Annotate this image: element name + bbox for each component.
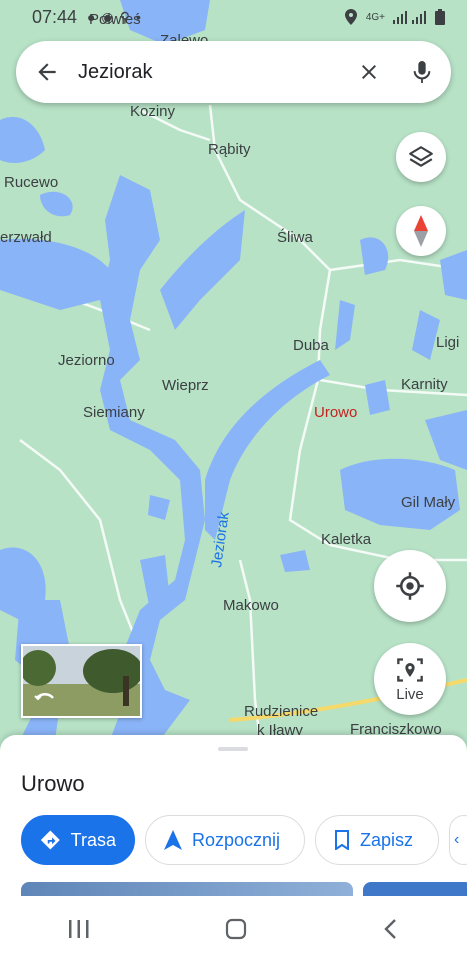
- compass-icon: [414, 215, 428, 247]
- crosshair-icon: [396, 572, 424, 600]
- save-label: Zapisz: [360, 829, 414, 850]
- notification-icons: ● ◉ ⚲ •: [87, 9, 141, 26]
- clear-icon[interactable]: [357, 60, 381, 84]
- start-button[interactable]: Rozpocznij: [145, 815, 305, 865]
- place-title: Urowo: [21, 771, 85, 796]
- notification-icon: ●: [87, 8, 96, 25]
- map-label[interactable]: Karnity: [401, 376, 448, 393]
- bike-icon: ⚲: [119, 8, 130, 25]
- sheet-handle[interactable]: [218, 747, 248, 751]
- live-view-label: Live: [396, 685, 424, 703]
- map-label[interactable]: Rąbity: [208, 141, 251, 158]
- map-label[interactable]: Gil Mały: [401, 494, 456, 511]
- live-view-icon: [397, 657, 423, 682]
- search-bar[interactable]: Jeziorak: [16, 41, 451, 103]
- photo-thumbnail[interactable]: [21, 882, 353, 896]
- status-bar: 07:44 ● ◉ ⚲ • 4G+: [0, 0, 467, 34]
- map-label[interactable]: Jeziorno: [58, 352, 115, 369]
- share-button[interactable]: ‹: [449, 815, 467, 865]
- back-icon[interactable]: [383, 918, 399, 940]
- map-label[interactable]: Makowo: [223, 597, 279, 614]
- location-pin-icon: [344, 9, 357, 25]
- network-type: 4G+: [365, 11, 385, 23]
- map-canvas[interactable]: Połwieś Zalewo Koziny Rąbity Rucewo Śliw…: [0, 0, 467, 740]
- map-label[interactable]: Śliwa: [277, 228, 314, 246]
- photo-strip[interactable]: [21, 882, 467, 896]
- layers-button[interactable]: [396, 132, 446, 182]
- signal-icon: [393, 11, 426, 24]
- start-label: Rozpocznij: [192, 829, 281, 850]
- map-label[interactable]: Wieprz: [162, 377, 209, 394]
- street-view-thumbnail[interactable]: [21, 644, 142, 718]
- map-label-selected[interactable]: Urowo: [314, 404, 357, 421]
- map-label[interactable]: Rudzienice: [244, 703, 318, 720]
- status-time: 07:44: [32, 6, 78, 27]
- home-icon[interactable]: [225, 918, 247, 940]
- photo-thumbnail[interactable]: [363, 882, 467, 896]
- directions-button[interactable]: Trasa: [21, 815, 135, 865]
- status-right: 4G+: [344, 9, 445, 25]
- map-label[interactable]: Ligi: [436, 334, 459, 351]
- search-query[interactable]: Jeziorak: [78, 61, 357, 84]
- layers-icon: [409, 146, 433, 167]
- navigation-arrow-icon: [164, 830, 182, 850]
- action-chips: Trasa Rozpocznij Zapisz ‹: [21, 815, 467, 865]
- more-dot-icon: •: [136, 8, 141, 25]
- map-label[interactable]: Duba: [293, 337, 330, 354]
- my-location-button[interactable]: [374, 550, 446, 622]
- microphone-icon[interactable]: [411, 59, 433, 85]
- compass-button[interactable]: [396, 206, 446, 256]
- bookmark-icon: [335, 830, 349, 850]
- map-label[interactable]: Koziny: [130, 103, 176, 120]
- back-arrow-icon[interactable]: [34, 59, 60, 85]
- street-view-image: [23, 646, 140, 716]
- map-label[interactable]: erzwałd: [0, 229, 52, 246]
- location-icon: ◉: [101, 8, 114, 25]
- share-icon: ‹: [454, 831, 460, 848]
- directions-label: Trasa: [70, 829, 116, 850]
- directions-icon: [40, 830, 60, 850]
- map-label[interactable]: Siemiany: [83, 404, 145, 421]
- map-label[interactable]: Kaletka: [321, 531, 372, 548]
- map-label[interactable]: Rucewo: [4, 174, 58, 191]
- recent-apps-icon[interactable]: [68, 919, 90, 939]
- battery-icon: [435, 9, 445, 25]
- save-button[interactable]: Zapisz: [315, 815, 439, 865]
- live-view-button[interactable]: Live: [374, 643, 446, 715]
- system-nav-bar: [0, 897, 467, 960]
